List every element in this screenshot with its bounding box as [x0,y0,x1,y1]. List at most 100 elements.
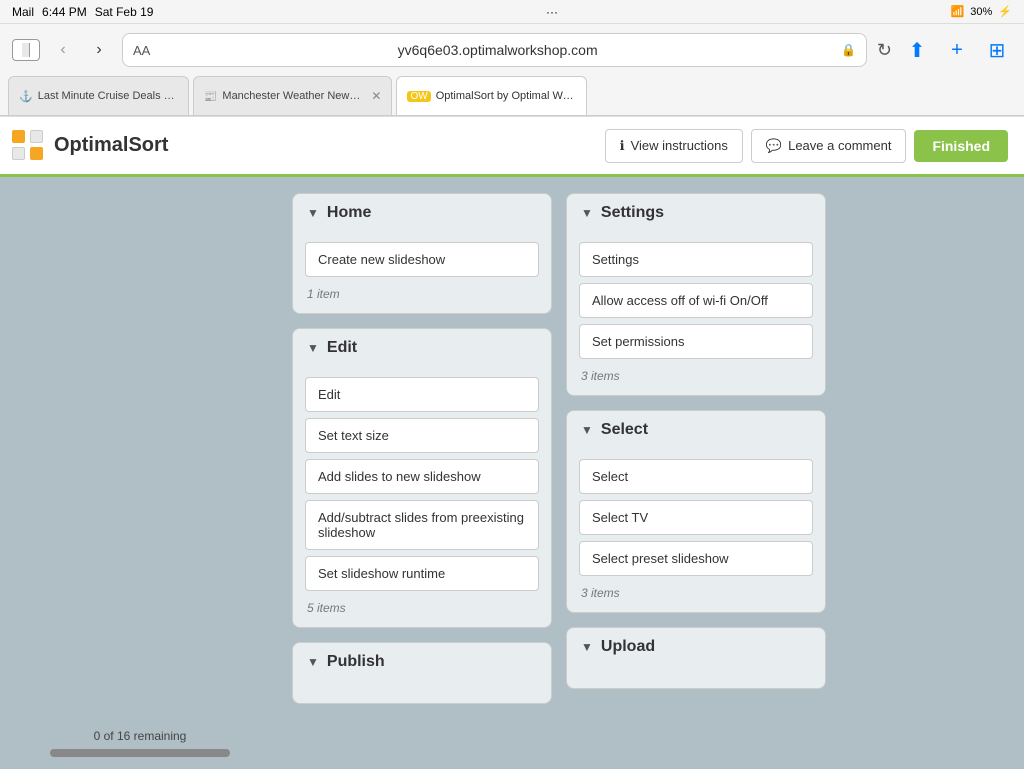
sidebar-toggle-button[interactable] [12,39,40,61]
publish-title: Publish [327,653,385,671]
settings-title: Settings [601,204,664,222]
home-chevron-icon: ▼ [307,206,319,220]
settings-item-count: 3 items [579,369,813,383]
upload-header[interactable]: ▼ Upload [567,628,825,666]
list-item[interactable]: Create new slideshow [305,242,539,277]
publish-header[interactable]: ▼ Publish [293,643,551,681]
edit-header[interactable]: ▼ Edit [293,329,551,367]
category-card-select: ▼ Select Select Select TV Select preset … [566,410,826,613]
lock-icon: 🔒 [841,43,856,57]
wifi-icon: 📶 [951,5,965,18]
weather-tab-favicon: 📰 [204,90,218,103]
select-item-count: 3 items [579,586,813,600]
list-item[interactable]: Set text size [305,418,539,453]
list-item[interactable]: Add slides to new slideshow [305,459,539,494]
tab-optimalsort[interactable]: OW OptimalSort by Optimal Workshop [396,76,586,115]
settings-chevron-icon: ▼ [581,206,593,220]
right-column: ▼ Settings Settings Allow access off of … [566,193,826,753]
reload-button[interactable]: ↻ [877,40,892,61]
cards-area: ▼ Home Create new slideshow 1 item ▼ Edi… [280,177,1024,769]
info-icon: ℹ [620,138,625,154]
date-display: Sat Feb 19 [95,5,154,19]
browser-chrome: ‹ › AA yv6q6e03.optimalworkshop.com 🔒 ↻ … [0,24,1024,117]
tab-weather[interactable]: 📰 Manchester Weather News – New Hampshir… [193,76,393,115]
left-panel: 0 of 16 remaining [0,177,280,769]
left-column: ▼ Home Create new slideshow 1 item ▼ Edi… [292,193,552,753]
settings-body: Settings Allow access off of wi-fi On/Of… [567,232,825,395]
time-display: 6:44 PM [42,5,87,19]
edit-body: Edit Set text size Add slides to new sli… [293,367,551,627]
home-body: Create new slideshow 1 item [293,232,551,313]
optimalsort-tab-favicon: OW [407,91,430,102]
list-item[interactable]: Edit [305,377,539,412]
edit-chevron-icon: ▼ [307,341,319,355]
activity-dots: ··· [546,5,558,19]
leave-comment-label: Leave a comment [788,138,891,153]
view-instructions-label: View instructions [631,138,728,153]
upload-chevron-icon: ▼ [581,640,593,654]
new-tab-button[interactable]: + [942,35,972,65]
publish-chevron-icon: ▼ [307,655,319,669]
finished-button[interactable]: Finished [914,130,1008,162]
text-size-button[interactable]: AA [133,43,150,58]
category-card-settings: ▼ Settings Settings Allow access off of … [566,193,826,396]
upload-body [567,666,825,688]
back-button[interactable]: ‹ [50,37,76,63]
list-item[interactable]: Select preset slideshow [579,541,813,576]
cruise-tab-favicon: ⚓ [19,90,33,103]
app-logo: OptimalSort [12,130,168,162]
comment-icon: 💬 [766,138,782,154]
forward-button[interactable]: › [86,37,112,63]
logo-square-tr [30,130,43,143]
select-body: Select Select TV Select preset slideshow… [567,449,825,612]
weather-tab-label: Manchester Weather News – New Hampshire.… [222,90,362,102]
list-item[interactable]: Set permissions [579,324,813,359]
list-item[interactable]: Add/subtract slides from preexisting sli… [305,500,539,550]
remaining-text: 0 of 16 remaining [94,729,187,743]
category-card-upload: ▼ Upload [566,627,826,689]
main-content: 0 of 16 remaining ▼ Home Create new slid… [0,177,1024,769]
settings-header[interactable]: ▼ Settings [567,194,825,232]
category-card-edit: ▼ Edit Edit Set text size Add slides to … [292,328,552,628]
list-item[interactable]: Select [579,459,813,494]
home-header[interactable]: ▼ Home [293,194,551,232]
finished-label: Finished [932,138,990,154]
battery-display: 30% [970,6,992,18]
edit-item-count: 5 items [305,601,539,615]
view-instructions-button[interactable]: ℹ View instructions [605,129,743,163]
app-name: OptimalSort [54,134,168,157]
home-item-count: 1 item [305,287,539,301]
logo-icon [12,130,44,162]
publish-body [293,681,551,703]
battery-icon: ⚡ [998,5,1012,18]
select-title: Select [601,421,648,439]
list-item[interactable]: Set slideshow runtime [305,556,539,591]
logo-square-br [30,147,43,160]
app-header: OptimalSort ℹ View instructions 💬 Leave … [0,117,1024,177]
category-card-home: ▼ Home Create new slideshow 1 item [292,193,552,314]
weather-tab-close[interactable]: ✕ [371,89,381,103]
progress-bar [50,749,230,757]
share-button[interactable]: ⬆ [902,35,932,65]
logo-square-bl [12,147,25,160]
url-display: yv6q6e03.optimalworkshop.com [162,42,833,58]
header-actions: ℹ View instructions 💬 Leave a comment Fi… [605,129,1008,163]
optimalsort-tab-label: OptimalSort by Optimal Workshop [436,90,576,102]
tabs-bar: ⚓ Last Minute Cruise Deals - Sorted by D… [0,76,1024,116]
list-item[interactable]: Settings [579,242,813,277]
edit-title: Edit [327,339,357,357]
cruise-tab-label: Last Minute Cruise Deals - Sorted by Dep… [38,90,178,102]
url-bar[interactable]: AA yv6q6e03.optimalworkshop.com 🔒 [122,33,867,67]
select-header[interactable]: ▼ Select [567,411,825,449]
leave-comment-button[interactable]: 💬 Leave a comment [751,129,907,163]
browser-toolbar: ‹ › AA yv6q6e03.optimalworkshop.com 🔒 ↻ … [0,24,1024,76]
list-item[interactable]: Allow access off of wi-fi On/Off [579,283,813,318]
tab-cruise[interactable]: ⚓ Last Minute Cruise Deals - Sorted by D… [8,76,189,115]
mail-indicator: Mail [12,5,34,19]
home-title: Home [327,204,371,222]
logo-square-tl [12,130,25,143]
status-bar: Mail 6:44 PM Sat Feb 19 ··· 📶 30% ⚡ [0,0,1024,24]
tab-switcher-button[interactable]: ⊞ [982,35,1012,65]
list-item[interactable]: Select TV [579,500,813,535]
upload-title: Upload [601,638,655,656]
